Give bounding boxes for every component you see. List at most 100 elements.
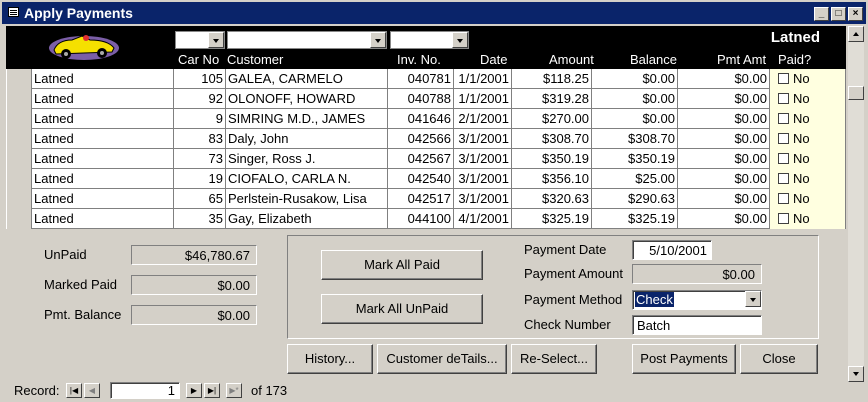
car-filter-combo[interactable]	[175, 31, 225, 49]
row-car-no[interactable]: 92	[174, 89, 226, 109]
row-selector[interactable]	[6, 169, 32, 189]
row-inv-no[interactable]: 042540	[388, 169, 454, 189]
form-icon[interactable]	[8, 7, 19, 17]
table-row[interactable]: Latned 35 Gay, Elizabeth 044100 4/1/2001 $325…	[6, 209, 846, 229]
row-balance[interactable]: $0.00	[592, 109, 678, 129]
row-inv-no[interactable]: 042517	[388, 189, 454, 209]
first-record-icon[interactable]: |◀	[66, 383, 82, 398]
table-row[interactable]: Latned 65 Perlstein-Rusakow, Lisa 042517 3/1…	[6, 189, 846, 209]
row-pmt-amt[interactable]: $0.00	[678, 129, 770, 149]
row-name[interactable]: Latned	[32, 89, 174, 109]
invoice-filter-combo[interactable]	[390, 31, 469, 49]
row-inv-no[interactable]: 042567	[388, 149, 454, 169]
row-date[interactable]: 3/1/2001	[454, 129, 512, 149]
paid-checkbox[interactable]	[778, 173, 789, 184]
history-button[interactable]: History...	[287, 344, 373, 374]
row-amount[interactable]: $319.28	[512, 89, 592, 109]
row-date[interactable]: 2/1/2001	[454, 109, 512, 129]
row-paid[interactable]: No	[770, 129, 846, 149]
row-customer[interactable]: CIOFALO, CARLA N.	[226, 169, 388, 189]
row-paid[interactable]: No	[770, 189, 846, 209]
row-name[interactable]: Latned	[32, 169, 174, 189]
row-customer[interactable]: Perlstein-Rusakow, Lisa	[226, 189, 388, 209]
row-date[interactable]: 4/1/2001	[454, 209, 512, 229]
row-amount[interactable]: $325.19	[512, 209, 592, 229]
customer-details-button[interactable]: Customer deTails...	[377, 344, 507, 374]
customer-filter-combo[interactable]	[227, 31, 387, 49]
row-inv-no[interactable]: 040781	[388, 69, 454, 89]
row-date[interactable]: 3/1/2001	[454, 169, 512, 189]
row-car-no[interactable]: 65	[174, 189, 226, 209]
row-name[interactable]: Latned	[32, 109, 174, 129]
last-record-icon[interactable]: ▶|	[204, 383, 220, 398]
payment-method-select[interactable]: Check	[632, 290, 762, 310]
row-pmt-amt[interactable]: $0.00	[678, 89, 770, 109]
row-paid[interactable]: No	[770, 69, 846, 89]
row-amount[interactable]: $356.10	[512, 169, 592, 189]
row-pmt-amt[interactable]: $0.00	[678, 109, 770, 129]
row-selector[interactable]	[6, 209, 32, 229]
row-inv-no[interactable]: 040788	[388, 89, 454, 109]
row-selector[interactable]	[6, 149, 32, 169]
row-pmt-amt[interactable]: $0.00	[678, 169, 770, 189]
close-window-button[interactable]: ×	[848, 7, 863, 21]
dropdown-arrow-icon[interactable]	[745, 291, 761, 307]
row-pmt-amt[interactable]: $0.00	[678, 149, 770, 169]
mark-all-unpaid-button[interactable]: Mark All UnPaid	[321, 294, 483, 324]
previous-record-icon[interactable]: ◀	[84, 383, 100, 398]
maximize-button[interactable]: □	[831, 7, 846, 21]
row-paid[interactable]: No	[770, 169, 846, 189]
row-car-no[interactable]: 83	[174, 129, 226, 149]
row-balance[interactable]: $350.19	[592, 149, 678, 169]
table-row[interactable]: Latned 73 Singer, Ross J. 042567 3/1/2001 $35…	[6, 149, 846, 169]
paid-checkbox[interactable]	[778, 113, 789, 124]
row-amount[interactable]: $270.00	[512, 109, 592, 129]
paid-checkbox[interactable]	[778, 153, 789, 164]
row-pmt-amt[interactable]: $0.00	[678, 209, 770, 229]
scroll-down-icon[interactable]	[848, 366, 864, 382]
row-balance[interactable]: $290.63	[592, 189, 678, 209]
row-pmt-amt[interactable]: $0.00	[678, 189, 770, 209]
row-date[interactable]: 1/1/2001	[454, 69, 512, 89]
table-row[interactable]: Latned 19 CIOFALO, CARLA N. 042540 3/1/2001 $…	[6, 169, 846, 189]
mark-all-paid-button[interactable]: Mark All Paid	[321, 250, 483, 280]
row-name[interactable]: Latned	[32, 129, 174, 149]
close-button[interactable]: Close	[740, 344, 818, 374]
minimize-button[interactable]: _	[814, 7, 829, 21]
row-date[interactable]: 1/1/2001	[454, 89, 512, 109]
row-car-no[interactable]: 105	[174, 69, 226, 89]
paid-checkbox[interactable]	[778, 93, 789, 104]
check-number-field[interactable]: Batch	[632, 315, 762, 335]
row-selector[interactable]	[6, 129, 32, 149]
row-inv-no[interactable]: 044100	[388, 209, 454, 229]
row-customer[interactable]: GALEA, CARMELO	[226, 69, 388, 89]
row-car-no[interactable]: 9	[174, 109, 226, 129]
row-amount[interactable]: $118.25	[512, 69, 592, 89]
table-row[interactable]: Latned 83 Daly, John 042566 3/1/2001 $308.70 $…	[6, 129, 846, 149]
row-balance[interactable]: $308.70	[592, 129, 678, 149]
row-paid[interactable]: No	[770, 109, 846, 129]
row-paid[interactable]: No	[770, 209, 846, 229]
row-balance[interactable]: $0.00	[592, 89, 678, 109]
row-car-no[interactable]: 35	[174, 209, 226, 229]
dropdown-arrow-icon[interactable]	[370, 32, 386, 48]
scroll-thumb[interactable]	[848, 86, 864, 100]
row-customer[interactable]: Daly, John	[226, 129, 388, 149]
row-car-no[interactable]: 73	[174, 149, 226, 169]
payment-method-dropdown[interactable]	[745, 291, 761, 307]
next-record-icon[interactable]: ▶	[186, 383, 202, 398]
row-amount[interactable]: $308.70	[512, 129, 592, 149]
payment-date-field[interactable]: 5/10/2001	[632, 240, 712, 260]
reselect-button[interactable]: Re-Select...	[511, 344, 597, 374]
row-amount[interactable]: $320.63	[512, 189, 592, 209]
row-balance[interactable]: $325.19	[592, 209, 678, 229]
row-selector[interactable]	[6, 89, 32, 109]
table-row[interactable]: Latned 105 GALEA, CARMELO 040781 1/1/2001 $11…	[6, 69, 846, 89]
dropdown-arrow-icon[interactable]	[452, 32, 468, 48]
row-balance[interactable]: $25.00	[592, 169, 678, 189]
row-car-no[interactable]: 19	[174, 169, 226, 189]
row-paid[interactable]: No	[770, 149, 846, 169]
scroll-up-icon[interactable]	[848, 26, 864, 42]
row-customer[interactable]: OLONOFF, HOWARD	[226, 89, 388, 109]
row-customer[interactable]: SIMRING M.D., JAMES	[226, 109, 388, 129]
